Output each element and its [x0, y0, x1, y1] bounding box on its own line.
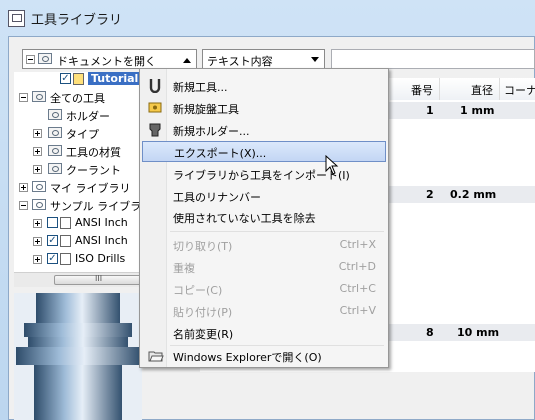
menu-item-label: 使用されていない工具を除去: [173, 212, 316, 225]
scroll-grip-label: III: [95, 274, 103, 283]
library-checkbox[interactable]: [47, 217, 58, 228]
folder-open-icon: [38, 53, 52, 64]
menu-item-export[interactable]: エクスポート(X)...: [142, 141, 386, 162]
menu-item-label: エクスポート(X)...: [174, 147, 267, 160]
tree-label: 全ての工具: [50, 92, 105, 105]
menu-item-cut[interactable]: 切り取り(T) Ctrl+X: [142, 234, 386, 255]
menu-item-rename[interactable]: 名前変更(R): [142, 322, 386, 343]
tree-label: ANSI Inch: [75, 216, 128, 229]
context-menu: 新規工具... 新規旋盤工具 新規ホルダー... エクスポート(X)... ライ…: [139, 68, 389, 368]
menu-item-label: 重複: [173, 262, 195, 275]
column-header-corner[interactable]: コーナ: [500, 78, 535, 100]
menu-item-renumber-tools[interactable]: 工具のリナンバー: [142, 185, 386, 206]
expand-icon[interactable]: [33, 237, 42, 246]
folder-icon: [32, 181, 46, 192]
library-checkbox[interactable]: ✓: [47, 253, 58, 264]
field-combo-value: テキスト内容: [207, 55, 273, 68]
chevron-up-icon[interactable]: [183, 58, 191, 63]
chevron-down-icon[interactable]: [311, 57, 319, 62]
library-combo[interactable]: ドキュメントを開く: [22, 49, 197, 69]
menu-item-new-lathe-tool[interactable]: 新規旋盤工具: [142, 97, 386, 118]
expand-icon[interactable]: [33, 129, 42, 138]
tree-label: クーラント: [66, 164, 121, 177]
cell-number: 2: [426, 188, 434, 201]
menu-item-label: Windows Explorerで開く(O): [173, 351, 322, 364]
tree-label: 工具の材質: [66, 146, 121, 159]
library-book-icon: [73, 73, 84, 85]
header-label: コーナ: [504, 84, 535, 97]
menu-item-shortcut: Ctrl+C: [339, 282, 376, 295]
expand-icon[interactable]: [33, 219, 42, 228]
tree-label: ANSI Inch: [75, 234, 128, 247]
field-combo[interactable]: テキスト内容: [202, 49, 325, 69]
cell-number: 8: [426, 326, 434, 339]
column-header-number[interactable]: 番号: [390, 78, 440, 100]
menu-item-label: 新規工具...: [173, 81, 228, 94]
holder-icon: [149, 123, 161, 137]
menu-item-label: コピー(C): [173, 284, 223, 297]
menu-item-import-from-library[interactable]: ライブラリから工具をインポート(I): [142, 163, 386, 184]
folder-open-icon: [32, 199, 46, 210]
menu-item-label: 新規ホルダー...: [173, 125, 250, 138]
type-folder-icon: [48, 127, 62, 138]
tree-label: マイ ライブラリ: [50, 182, 131, 195]
tool-folder-icon: [32, 91, 46, 102]
menu-item-label: ライブラリから工具をインポート(I): [173, 169, 350, 182]
tree-label: ISO Drills: [75, 252, 126, 265]
expand-icon[interactable]: [33, 165, 42, 174]
material-folder-icon: [48, 145, 62, 156]
menu-item-remove-unused[interactable]: 使用されていない工具を除去: [142, 206, 386, 227]
tree-label: タイプ: [66, 128, 99, 141]
menu-item-label: 切り取り(T): [173, 240, 233, 253]
menu-item-label: 工具のリナンバー: [173, 191, 261, 204]
menu-item-new-tool[interactable]: 新規工具...: [142, 75, 386, 96]
menu-item-label: 新規旋盤工具: [173, 103, 239, 116]
collapse-icon[interactable]: [19, 93, 28, 102]
menu-item-shortcut: Ctrl+D: [338, 260, 376, 273]
new-tool-icon: [149, 79, 161, 93]
tree-label: サンプル ライブラリ: [50, 200, 153, 213]
tool-library-icon: [8, 10, 25, 27]
cell-number: 1: [426, 104, 434, 117]
library-combo-value: ドキュメントを開く: [57, 55, 156, 68]
menu-item-duplicate[interactable]: 重複 Ctrl+D: [142, 256, 386, 277]
menu-item-label: 名前変更(R): [173, 328, 234, 341]
cell-diameter: 10 mm: [457, 326, 500, 339]
tool-holder-image: [16, 293, 140, 420]
expand-icon[interactable]: [19, 183, 28, 192]
tree-label: ホルダー: [66, 110, 110, 123]
expand-icon[interactable]: [33, 147, 42, 156]
menu-item-open-in-explorer[interactable]: Windows Explorerで開く(O): [142, 345, 386, 366]
library-book-icon: [60, 253, 71, 265]
menu-item-new-holder[interactable]: 新規ホルダー...: [142, 119, 386, 140]
tool-preview: [14, 293, 142, 420]
window-title: 工具ライブラリ: [31, 13, 123, 28]
column-header-diameter[interactable]: 直径: [440, 78, 500, 100]
search-input[interactable]: [331, 49, 535, 69]
library-book-icon: [60, 217, 71, 229]
menu-item-shortcut: Ctrl+V: [339, 304, 376, 317]
coolant-folder-icon: [48, 163, 62, 174]
cell-diameter: 1 mm: [460, 104, 495, 117]
cell-diameter: 0.2 mm: [450, 188, 497, 201]
holder-folder-icon: [48, 109, 62, 120]
header-label: 直径: [471, 84, 493, 97]
header-label: 番号: [411, 84, 433, 97]
mouse-cursor-icon: [325, 155, 339, 175]
folder-open-icon: [148, 351, 164, 362]
library-book-icon: [60, 235, 71, 247]
tutorial-checkbox[interactable]: ✓: [60, 73, 71, 84]
menu-item-label: 貼り付け(P): [173, 306, 233, 319]
collapse-icon[interactable]: [26, 55, 35, 64]
title-bar[interactable]: 工具ライブラリ: [0, 0, 535, 36]
tree-label: Tutorial: [88, 72, 142, 85]
lathe-tool-icon: [148, 102, 162, 113]
menu-item-paste[interactable]: 貼り付け(P) Ctrl+V: [142, 300, 386, 321]
menu-item-shortcut: Ctrl+X: [339, 238, 376, 251]
expand-icon[interactable]: [33, 255, 42, 264]
collapse-icon[interactable]: [19, 201, 28, 210]
library-checkbox[interactable]: ✓: [47, 235, 58, 246]
menu-item-copy[interactable]: コピー(C) Ctrl+C: [142, 278, 386, 299]
menu-separator: [170, 231, 384, 232]
